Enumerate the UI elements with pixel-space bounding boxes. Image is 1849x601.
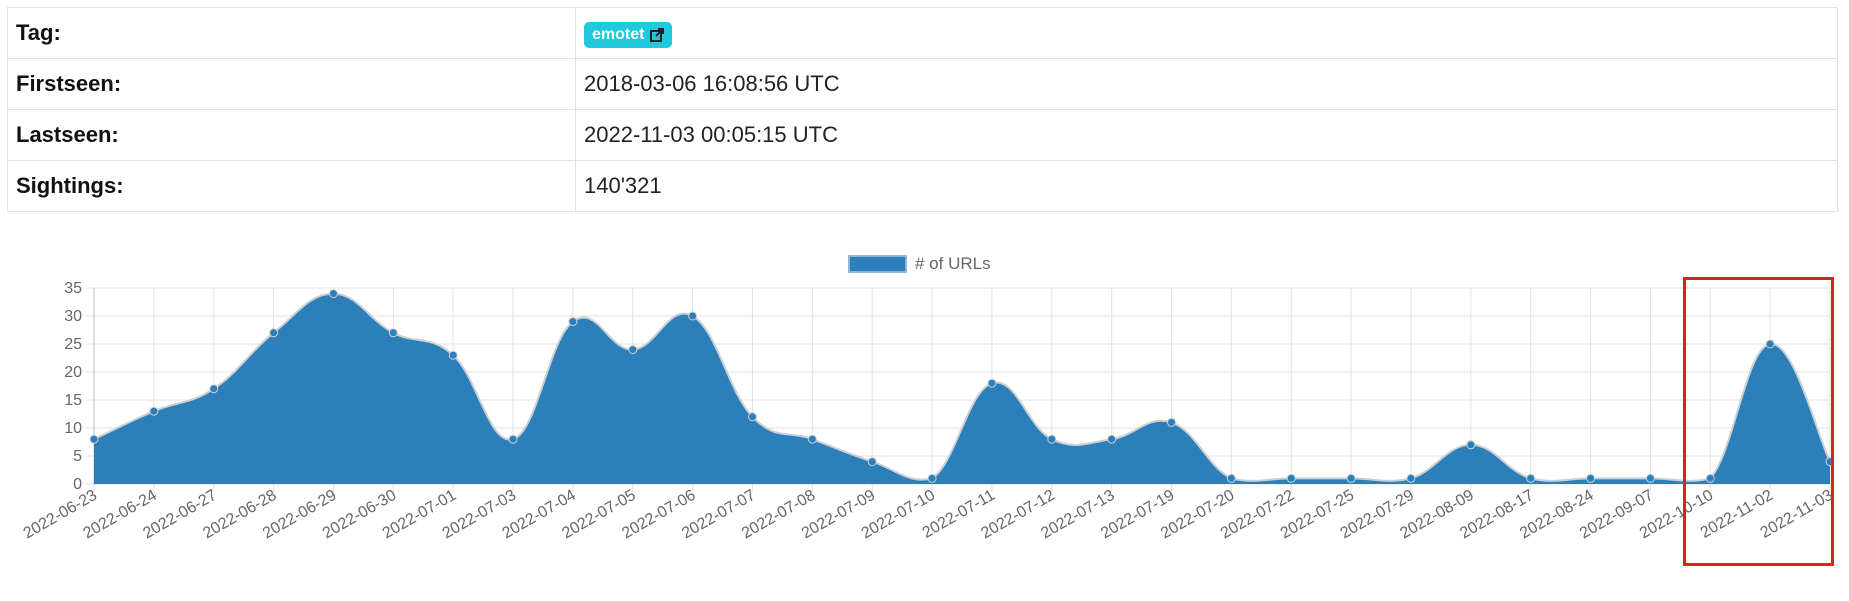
data-point [1167, 417, 1177, 427]
data-point [1226, 473, 1236, 483]
data-point [628, 345, 638, 355]
data-point [1645, 473, 1655, 483]
data-point [508, 434, 518, 444]
y-tick-label: 10 [64, 420, 82, 437]
y-tick-label: 5 [73, 448, 82, 465]
urls-area-chart: 051015202530352022-06-232022-06-242022-0… [21, 280, 1836, 542]
data-point [688, 311, 698, 321]
data-point [149, 406, 159, 416]
data-point [1107, 434, 1117, 444]
y-tick-label: 30 [64, 308, 82, 325]
data-point [388, 328, 398, 338]
data-point [328, 289, 338, 299]
data-point [1526, 473, 1536, 483]
data-point [89, 434, 99, 444]
y-tick-label: 20 [64, 364, 82, 381]
data-point [1047, 434, 1057, 444]
series-area-fill [94, 293, 1830, 484]
data-point [807, 434, 817, 444]
y-tick-label: 15 [64, 392, 82, 409]
y-tick-label: 0 [73, 476, 82, 493]
data-point [448, 350, 458, 360]
data-point [1286, 473, 1296, 483]
y-tick-label: 35 [64, 280, 82, 297]
data-point [269, 328, 279, 338]
data-point [568, 317, 578, 327]
data-point [1406, 473, 1416, 483]
data-point [1466, 440, 1476, 450]
data-point [209, 384, 219, 394]
data-point [867, 457, 877, 467]
data-point [987, 378, 997, 388]
data-point [747, 412, 757, 422]
y-tick-label: 25 [64, 336, 82, 353]
data-point [1346, 473, 1356, 483]
data-point [927, 473, 937, 483]
data-point [1586, 473, 1596, 483]
highlight-annotation-box [1683, 277, 1834, 566]
